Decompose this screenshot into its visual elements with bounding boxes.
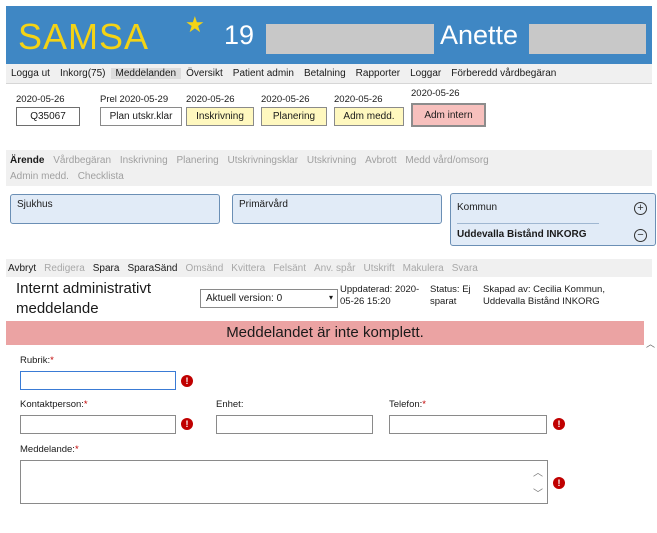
tab-utskrivningsklar[interactable]: Utskrivningsklar bbox=[227, 153, 298, 169]
menu-meddelanden[interactable]: Meddelanden bbox=[110, 68, 182, 79]
primarvard-label: Primärvård bbox=[239, 199, 288, 210]
status-info: Status: Ej sparat bbox=[430, 284, 471, 307]
menu-patient-admin[interactable]: Patient admin bbox=[228, 68, 299, 79]
kommun-box[interactable]: Kommun Uddevalla Bistånd INKORG + − bbox=[450, 193, 656, 246]
primarvard-box[interactable]: Primärvård bbox=[232, 194, 442, 224]
tab-checklista[interactable]: Checklista bbox=[78, 169, 124, 185]
menu-logga-ut[interactable]: Logga ut bbox=[6, 68, 55, 79]
makulera-button[interactable]: Makulera bbox=[403, 263, 444, 274]
redigera-button[interactable]: Redigera bbox=[44, 263, 85, 274]
enhet-input[interactable] bbox=[216, 415, 373, 434]
anv-spar-button[interactable]: Anv. spår bbox=[314, 263, 356, 274]
patient-number: 19 bbox=[224, 20, 255, 50]
care-parties: Sjukhus Primärvård Kommun Uddevalla Bist… bbox=[6, 187, 656, 247]
spara-button[interactable]: Spara bbox=[93, 263, 120, 274]
adm-intern-date: 2020-05-26 bbox=[411, 88, 460, 99]
created-by-info: Skapad av: Cecilia Kommun, Uddevalla Bis… bbox=[483, 284, 605, 307]
spara-sand-button[interactable]: SparaSänd bbox=[127, 263, 177, 274]
scroll-up-icon[interactable]: ︿ bbox=[646, 337, 655, 350]
menu-inkorg[interactable]: Inkorg(75) bbox=[55, 68, 111, 79]
case-number[interactable]: Q35067 bbox=[16, 107, 80, 126]
user-name: Anette bbox=[440, 20, 519, 50]
tab-vardbegaran[interactable]: Vårdbegäran bbox=[53, 153, 111, 169]
avbryt-button[interactable]: Avbryt bbox=[8, 263, 36, 274]
svara-button[interactable]: Svara bbox=[452, 263, 478, 274]
app-logo: SAMSA bbox=[18, 16, 150, 57]
inskrivning-date: 2020-05-26 bbox=[186, 94, 235, 105]
main-menu: Logga ut Inkorg(75) Meddelanden Översikt… bbox=[6, 64, 652, 84]
case-date: 2020-05-26 bbox=[16, 94, 65, 105]
version-select[interactable]: Aktuell version: 0 ▾ bbox=[200, 289, 338, 308]
star-icon[interactable]: ★ bbox=[185, 12, 205, 38]
step-inskrivning[interactable]: Inskrivning bbox=[186, 107, 254, 126]
message-title: Internt administrativt meddelande bbox=[16, 280, 152, 317]
menu-betalning[interactable]: Betalning bbox=[299, 68, 351, 79]
kommun-divider bbox=[457, 223, 599, 224]
menu-forberedd-vardbegaran[interactable]: Förberedd vårdbegäran bbox=[446, 68, 561, 79]
planering-date: 2020-05-26 bbox=[261, 94, 310, 105]
plus-circle-icon[interactable]: + bbox=[634, 202, 647, 215]
omsand-button[interactable]: Omsänd bbox=[186, 263, 224, 274]
textarea-scroll-down-icon[interactable]: ﹀ bbox=[533, 485, 543, 500]
meddelande-textarea[interactable]: ︿ ﹀ bbox=[20, 460, 548, 504]
telefon-input[interactable] bbox=[389, 415, 547, 434]
menu-loggar[interactable]: Loggar bbox=[405, 68, 446, 79]
meddelande-label: Meddelande:* bbox=[20, 444, 79, 455]
tab-inskrivning[interactable]: Inskrivning bbox=[120, 153, 168, 169]
menu-rapporter[interactable]: Rapporter bbox=[351, 68, 405, 79]
error-icon: ! bbox=[181, 418, 193, 430]
tab-medd-vard-omsorg[interactable]: Medd vård/omsorg bbox=[405, 153, 488, 169]
felsant-button[interactable]: Felsänt bbox=[273, 263, 306, 274]
tab-utskrivning[interactable]: Utskrivning bbox=[307, 153, 356, 169]
error-icon: ! bbox=[181, 375, 193, 387]
tab-admin-medd[interactable]: Admin medd. bbox=[10, 169, 69, 185]
plan-date: Prel 2020-05-29 bbox=[100, 94, 169, 105]
kvittera-button[interactable]: Kvittera bbox=[231, 263, 265, 274]
error-banner: Meddelandet är inte komplett. bbox=[6, 321, 644, 345]
step-adm-intern[interactable]: Adm intern bbox=[411, 103, 486, 127]
message-header: Internt administrativt meddelande Aktuel… bbox=[6, 277, 652, 321]
minus-circle-icon[interactable]: − bbox=[634, 229, 647, 242]
sjukhus-label: Sjukhus bbox=[17, 199, 53, 210]
enhet-label: Enhet: bbox=[216, 399, 244, 410]
tab-arende[interactable]: Ärende bbox=[10, 153, 44, 169]
telefon-label: Telefon:* bbox=[389, 399, 426, 410]
step-plan-utskr-klar[interactable]: Plan utskr.klar bbox=[100, 107, 182, 126]
rubrik-label: Rubrik:* bbox=[20, 355, 54, 366]
kommun-value: Uddevalla Bistånd INKORG bbox=[457, 229, 587, 240]
redacted-user-surname bbox=[529, 24, 646, 54]
redacted-patient-id bbox=[266, 24, 434, 54]
tab-avbrott[interactable]: Avbrott bbox=[365, 153, 397, 169]
error-icon: ! bbox=[553, 477, 565, 489]
step-planering[interactable]: Planering bbox=[261, 107, 327, 126]
action-toolbar: Avbryt Redigera Spara SparaSänd Omsänd K… bbox=[6, 259, 652, 277]
case-tabs: Ärende Vårdbegäran Inskrivning Planering… bbox=[6, 150, 652, 186]
kontaktperson-label: Kontaktperson:* bbox=[20, 399, 88, 410]
textarea-scroll-up-icon[interactable]: ︿ bbox=[533, 464, 543, 479]
vertical-scrollbar[interactable]: ︿ bbox=[644, 321, 656, 533]
version-select-value: Aktuell version: 0 bbox=[206, 293, 283, 304]
dropdown-arrow-icon: ▾ bbox=[328, 293, 333, 302]
step-adm-medd[interactable]: Adm medd. bbox=[334, 107, 404, 126]
menu-oversikt[interactable]: Översikt bbox=[181, 68, 228, 79]
updated-info: Uppdaterad: 2020-05-26 15:20 bbox=[340, 284, 420, 307]
utskrift-button[interactable]: Utskrift bbox=[364, 263, 395, 274]
sjukhus-box[interactable]: Sjukhus bbox=[10, 194, 220, 224]
kommun-label: Kommun bbox=[457, 202, 498, 213]
rubrik-input[interactable] bbox=[20, 371, 176, 390]
adm-medd-date: 2020-05-26 bbox=[334, 94, 383, 105]
process-timeline: 2020-05-26 Q35067 Prel 2020-05-29 Plan u… bbox=[6, 86, 652, 146]
app-header: SAMSA ★ 19 Anette bbox=[6, 6, 652, 64]
kontaktperson-input[interactable] bbox=[20, 415, 176, 434]
error-icon: ! bbox=[553, 418, 565, 430]
tab-planering[interactable]: Planering bbox=[176, 153, 218, 169]
